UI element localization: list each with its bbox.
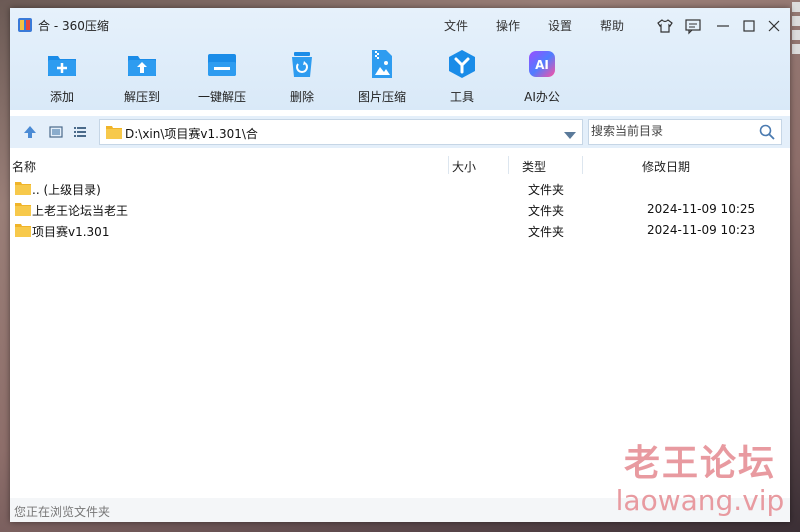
- view-thumbnail-icon[interactable]: [48, 124, 64, 140]
- app-window: 合 - 360压缩 文件 操作 设置 帮助 添加 解压到 一键解压 删除 图片压…: [10, 8, 790, 522]
- minimize-icon[interactable]: [714, 17, 732, 35]
- status-bar: 您正在浏览文件夹: [10, 498, 790, 522]
- address-path: D:\xin\项目赛v1.301\合: [125, 127, 258, 141]
- file-date: 2024-11-09 10:25: [647, 202, 756, 216]
- ai-office-label: AI办公: [524, 90, 560, 104]
- search-icon[interactable]: [759, 124, 775, 143]
- file-type: 文件夹: [528, 204, 565, 218]
- window-title: 合 - 360压缩: [38, 19, 109, 33]
- column-header: 名称 大小 类型 修改日期: [10, 156, 790, 174]
- title-bar: 合 - 360压缩 文件 操作 设置 帮助: [10, 8, 790, 42]
- ai-office-button[interactable]: AI AI办公: [510, 48, 574, 110]
- tools-icon: [446, 48, 478, 80]
- delete-button[interactable]: 删除: [270, 48, 334, 110]
- extract-to-button[interactable]: 解压到: [110, 48, 174, 110]
- chevron-down-icon[interactable]: [564, 129, 576, 143]
- delete-label: 删除: [289, 90, 314, 104]
- close-icon[interactable]: [765, 17, 783, 35]
- maximize-icon[interactable]: [740, 17, 758, 35]
- column-divider[interactable]: [448, 156, 449, 174]
- menu-file[interactable]: 文件: [444, 17, 468, 34]
- add-label: 添加: [49, 90, 74, 104]
- extract-to-icon: [126, 48, 158, 80]
- file-name: .. (上级目录): [32, 183, 101, 197]
- skin-icon[interactable]: [656, 17, 674, 35]
- view-list-icon[interactable]: [72, 124, 88, 140]
- desktop-edge: [792, 2, 800, 58]
- folder-icon: [15, 223, 31, 240]
- address-bar[interactable]: D:\xin\项目赛v1.301\合: [99, 119, 583, 145]
- file-name: 上老王论坛当老王: [32, 204, 129, 218]
- file-date: 2024-11-09 10:23: [647, 223, 756, 237]
- menu-settings[interactable]: 设置: [548, 17, 572, 34]
- column-divider[interactable]: [508, 156, 509, 174]
- ai-office-icon: AI: [526, 48, 558, 80]
- file-name: 项目赛v1.301: [32, 225, 110, 239]
- app-logo-icon: [18, 18, 32, 32]
- menu-help[interactable]: 帮助: [600, 17, 624, 34]
- delete-icon: [286, 48, 318, 80]
- tools-button[interactable]: 工具: [430, 48, 494, 110]
- column-divider[interactable]: [582, 156, 583, 174]
- status-text: 您正在浏览文件夹: [14, 505, 111, 519]
- column-size[interactable]: 大小: [452, 158, 476, 175]
- add-icon: [46, 48, 78, 80]
- file-type: 文件夹: [528, 183, 565, 197]
- column-name[interactable]: 名称: [12, 158, 36, 175]
- image-compress-label: 图片压缩: [357, 90, 406, 104]
- header-area: 合 - 360压缩 文件 操作 设置 帮助 添加 解压到 一键解压 删除 图片压…: [10, 8, 790, 110]
- one-click-extract-label: 一键解压: [197, 90, 246, 104]
- extract-to-label: 解压到: [123, 90, 160, 104]
- image-compress-button[interactable]: 图片压缩: [350, 48, 414, 110]
- add-button[interactable]: 添加: [30, 48, 94, 110]
- file-type: 文件夹: [528, 225, 565, 239]
- file-row-parent[interactable]: .. (上级目录) 文件夹: [10, 178, 790, 199]
- column-date[interactable]: 修改日期: [642, 158, 690, 175]
- file-row[interactable]: 上老王论坛当老王 文件夹 2024-11-09 10:25: [10, 199, 790, 220]
- svg-text:AI: AI: [535, 58, 549, 72]
- one-click-extract-icon: [206, 48, 238, 80]
- image-compress-icon: [366, 48, 398, 80]
- column-type[interactable]: 类型: [522, 158, 546, 175]
- one-click-extract-button[interactable]: 一键解压: [190, 48, 254, 110]
- menu-operation[interactable]: 操作: [496, 17, 520, 34]
- up-arrow-icon[interactable]: [22, 124, 38, 140]
- folder-icon: [15, 181, 31, 198]
- folder-icon: [15, 202, 31, 219]
- search-input[interactable]: [591, 122, 751, 140]
- tools-label: 工具: [449, 90, 474, 104]
- address-row: D:\xin\项目赛v1.301\合: [10, 116, 790, 148]
- file-row[interactable]: 项目赛v1.301 文件夹 2024-11-09 10:23: [10, 220, 790, 241]
- feedback-icon[interactable]: [684, 17, 702, 35]
- search-box: [588, 119, 782, 145]
- folder-icon: [106, 125, 122, 142]
